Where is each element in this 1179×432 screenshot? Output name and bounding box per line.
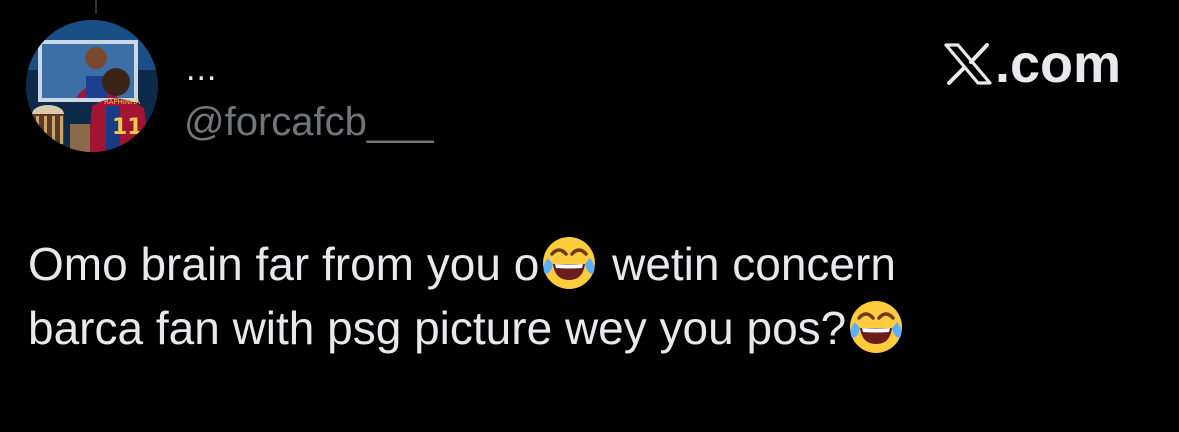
tweet-text-line1-part2: wetin concern: [599, 238, 896, 290]
x-logo-icon: [944, 43, 992, 85]
tweet-text-line2: barca fan with psg picture wey you pos?: [28, 302, 847, 354]
thread-connector-line: [95, 0, 97, 14]
display-name[interactable]: ...: [186, 52, 217, 86]
face-with-tears-of-joy-icon: [846, 296, 906, 356]
face-with-tears-of-joy-icon: [539, 232, 599, 292]
tweet-text-line1-part1: Omo brain far from you o: [28, 238, 540, 290]
tweet-text: Omo brain far from you o wetin concern b…: [28, 232, 1148, 360]
svg-text:11: 11: [112, 115, 143, 140]
avatar[interactable]: RAPHINHA 11: [26, 20, 158, 152]
user-handle[interactable]: @forcafcb___: [184, 100, 434, 144]
brand-label: .com: [994, 34, 1121, 94]
x-brand: .com: [943, 36, 1121, 92]
svg-text:RAPHINHA: RAPHINHA: [104, 98, 140, 106]
